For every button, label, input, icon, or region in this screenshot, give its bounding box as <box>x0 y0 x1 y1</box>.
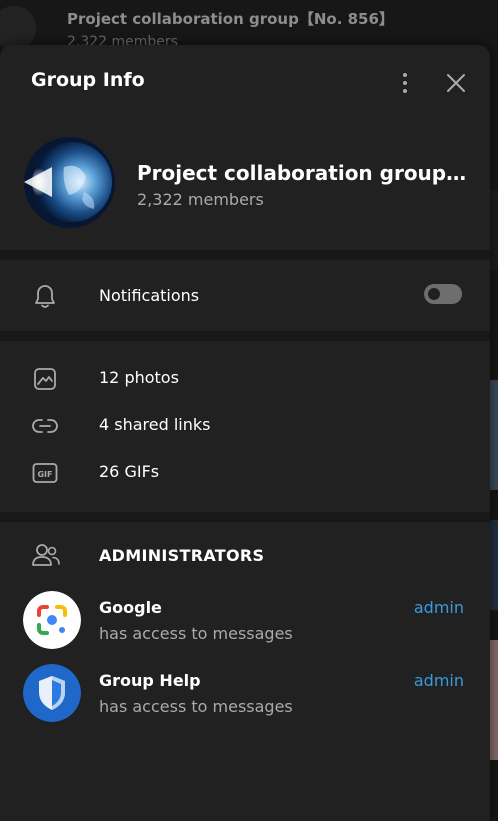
close-button[interactable] <box>440 67 472 99</box>
group-info-block: Project collaboration group【No. 856】 2,3… <box>0 117 490 250</box>
background-chat-title: Project collaboration group【No. 856】 <box>67 10 394 28</box>
gif-icon: GIF <box>31 459 59 487</box>
toggle-knob <box>425 285 443 303</box>
admin-row-group-help[interactable]: Group Help has access to messages admin <box>0 658 490 728</box>
section-divider <box>0 250 490 260</box>
media-label: 12 photos <box>99 368 179 387</box>
notifications-toggle[interactable] <box>424 284 462 304</box>
administrators-header: ADMINISTRATORS <box>0 529 490 581</box>
more-options-button[interactable] <box>389 67 421 99</box>
media-label: 4 shared links <box>99 415 211 434</box>
panel-title: Group Info <box>31 69 145 91</box>
panel-header: Group Info <box>0 45 490 117</box>
admin-description: has access to messages <box>99 624 293 643</box>
photo-icon <box>31 365 59 393</box>
admin-name: Group Help <box>99 671 201 690</box>
bell-icon <box>31 283 59 311</box>
group-info-panel: Group Info Project collaboration group【 … <box>0 45 490 821</box>
notifications-row[interactable]: Notifications <box>0 273 490 320</box>
group-avatar[interactable] <box>24 137 115 228</box>
shield-avatar <box>23 664 81 722</box>
notifications-label: Notifications <box>99 286 200 305</box>
svg-text:GIF: GIF <box>37 470 52 479</box>
admin-name: Google <box>99 598 162 617</box>
media-row-photos[interactable]: 12 photos <box>0 355 490 402</box>
group-member-count: 2,322 members <box>137 190 264 209</box>
media-row-gifs[interactable]: GIF 26 GIFs <box>0 449 490 496</box>
admin-role-badge: admin <box>413 598 464 617</box>
background-chat-avatar <box>0 6 36 50</box>
media-row-links[interactable]: 4 shared links <box>0 402 490 449</box>
group-name: Project collaboration group【No. 856】 <box>137 161 472 185</box>
admin-description: has access to messages <box>99 697 293 716</box>
admin-role-badge: admin <box>413 671 464 690</box>
section-divider <box>0 512 490 522</box>
google-lens-avatar <box>23 591 81 649</box>
administrators-heading: ADMINISTRATORS <box>99 546 265 565</box>
more-vertical-icon <box>403 73 407 77</box>
section-divider <box>0 331 490 341</box>
users-icon <box>31 541 61 569</box>
media-label: 26 GIFs <box>99 462 160 481</box>
link-icon <box>31 412 59 440</box>
close-icon <box>447 74 465 92</box>
admin-row-google[interactable]: Google has access to messages admin <box>0 585 490 655</box>
